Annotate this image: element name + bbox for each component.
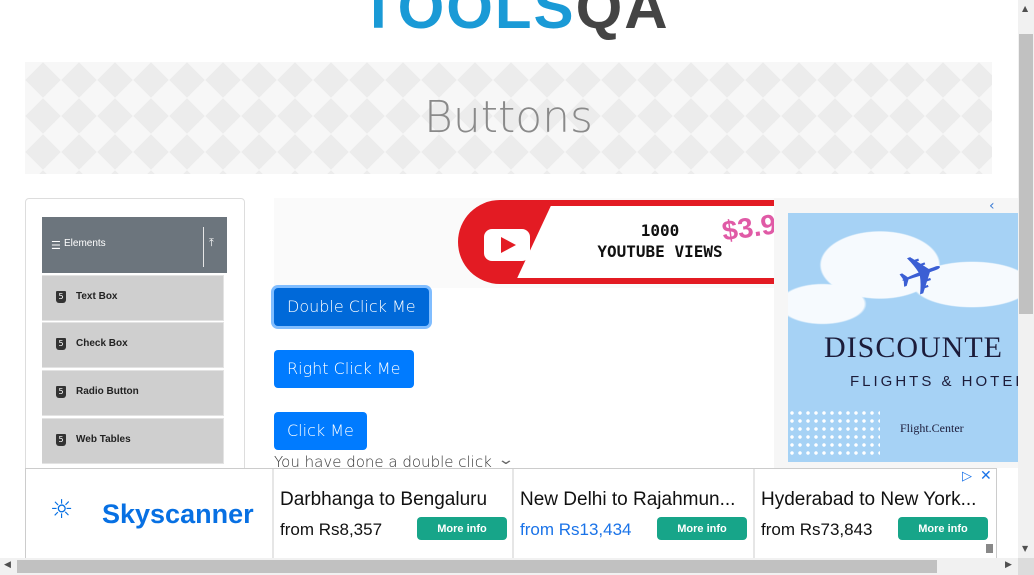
skyscanner-sunrise-icon: ☼ [50,495,74,525]
deal-price: from Rs73,843 [761,520,873,539]
sidebar-item-label: Radio Button [76,386,139,397]
scroll-down-icon[interactable]: ▼ [1022,544,1028,553]
sidebar-item-text-box[interactable]: 5 Text Box [42,275,224,321]
horizontal-scrollbar[interactable]: ◀ ▶ [0,558,1018,575]
flight-ad-title: DISCOUNTE [824,331,1003,364]
chevron-left-icon[interactable]: ‹ [989,198,995,214]
html5-icon: 5 [56,338,66,350]
deal-route: New Delhi to Rajahmun... [520,489,736,510]
scroll-right-icon[interactable]: ▶ [1005,560,1012,570]
ad-line-1: 1000 [640,221,680,240]
scroll-up-icon[interactable]: ▲ [1022,4,1028,13]
horizontal-scroll-thumb[interactable] [17,560,937,573]
hamburger-icon: ☰ [51,239,61,252]
ad-corner-marker [986,544,993,553]
more-info-button[interactable]: More info [898,517,988,540]
ad-choices-icon[interactable]: ▷ [962,469,972,484]
header-divider [203,227,204,267]
toolsqa-logo[interactable]: TOOLSQA [360,0,680,55]
deal-card[interactable]: Hyderabad to New York... from Rs73,843 M… [753,469,992,558]
double-click-button[interactable]: Double Click Me [274,288,429,326]
html5-icon: 5 [56,434,66,446]
deal-card[interactable]: New Delhi to Rajahmun... from Rs13,434 M… [512,469,751,558]
close-icon[interactable]: ✕ [980,468,992,484]
collapse-icon[interactable]: ⤒ [209,236,214,250]
ad-headline: 1000 YOUTUBE VIEWS [590,220,730,262]
page-title: Buttons [424,92,593,143]
page-banner: Buttons [25,62,992,174]
ad-price: $3.9 [720,208,774,247]
vertical-scroll-thumb[interactable] [1019,34,1033,314]
click-me-button[interactable]: Click Me [274,412,367,450]
sidebar-group-label: Elements [64,238,106,249]
scrollbar-corner [1018,558,1034,575]
youtube-views-ad[interactable]: 1000 YOUTUBE VIEWS $3.9 [274,198,774,288]
play-icon [501,237,516,253]
deal-route: Darbhanga to Bengaluru [280,489,488,510]
sidebar-item-web-tables[interactable]: 5 Web Tables [42,418,224,464]
vertical-scrollbar[interactable]: ▲ ▼ [1018,0,1034,558]
html5-icon: 5 [56,386,66,398]
ad-line-2: YOUTUBE VIEWS [597,242,723,261]
sidebar-item-label: Text Box [76,291,118,302]
deal-card[interactable]: Darbhanga to Bengaluru from Rs8,357 More… [272,469,511,558]
flight-ad-subtitle: FLIGHTS & HOTEL [850,373,1018,390]
html5-icon: 5 [56,291,66,303]
right-click-button[interactable]: Right Click Me [274,350,414,388]
sidebar-group-elements[interactable]: ☰ Elements ⤒ [42,217,227,273]
chevron-down-icon[interactable]: ⌄ [497,452,515,468]
logo-accent-text: QA [575,0,670,41]
sidebar-item-label: Check Box [76,338,128,349]
deal-price: from Rs8,357 [280,520,383,539]
deal-price: from Rs13,434 [520,520,632,539]
sidebar-item-label: Web Tables [76,434,131,445]
skyscanner-ad[interactable]: ☼ Skyscanner Darbhanga to Bengaluru from… [25,468,997,559]
flight-ad-panel[interactable]: ‹ ✈ DISCOUNTE FLIGHTS & HOTEL Flight.Cen… [774,198,1018,468]
more-info-button[interactable]: More info [417,517,507,540]
sidebar-item-check-box[interactable]: 5 Check Box [42,322,224,368]
skyscanner-brand: Skyscanner [102,499,254,529]
dot-pattern [788,409,880,459]
skyscanner-logo[interactable]: ☼ Skyscanner [26,469,272,558]
sidebar: ☰ Elements ⤒ 5 Text Box 5 Check Box 5 Ra… [25,198,245,500]
flight-ad-brand: Flight.Center [900,421,964,435]
sidebar-item-radio-button[interactable]: 5 Radio Button [42,370,224,416]
deal-route: Hyderabad to New York... [761,489,977,510]
scroll-left-icon[interactable]: ◀ [4,560,11,570]
flight-ad[interactable]: ✈ DISCOUNTE FLIGHTS & HOTEL Flight.Cente… [788,213,1018,462]
logo-main-text: TOOLS [360,0,576,41]
more-info-button[interactable]: More info [657,517,747,540]
